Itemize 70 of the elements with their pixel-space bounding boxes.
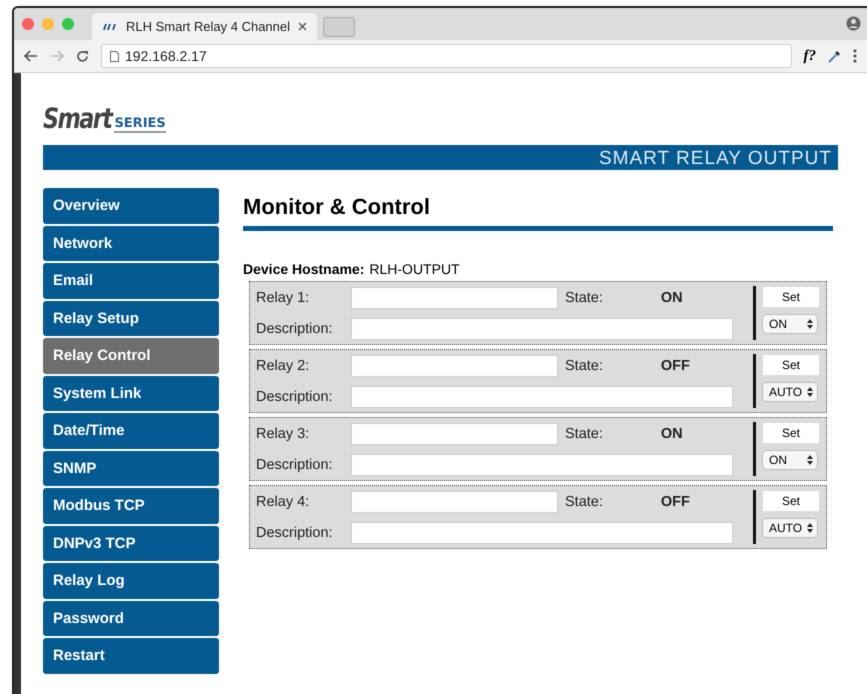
relay-label: Relay 4:	[256, 494, 310, 510]
description-field[interactable]	[351, 454, 733, 476]
relay-name-field[interactable]	[351, 354, 558, 376]
nav-item[interactable]: Password	[43, 600, 219, 636]
nav-item[interactable]: Relay Setup	[43, 300, 219, 336]
forward-icon[interactable]	[50, 50, 64, 62]
close-window-button[interactable]	[22, 18, 34, 30]
state-label: State:	[565, 290, 603, 306]
new-tab-button[interactable]	[323, 17, 355, 37]
nav-item[interactable]: DNPv3 TCP	[43, 526, 219, 561]
nav-item[interactable]: Relay Log	[43, 563, 219, 598]
address-bar[interactable]: 192.168.2.17	[101, 44, 792, 68]
page-icon	[110, 50, 119, 62]
relay-name-field[interactable]	[351, 490, 558, 512]
description-field[interactable]	[351, 318, 733, 340]
mode-select[interactable]: AUTO	[762, 518, 818, 538]
description-field[interactable]	[351, 522, 733, 544]
maximize-window-button[interactable]	[62, 18, 74, 30]
nav-item[interactable]: Email	[43, 263, 219, 298]
relay-label: Relay 1:	[256, 290, 310, 306]
description-field[interactable]	[351, 386, 733, 408]
description-label: Description:	[256, 456, 334, 472]
page-heading: Monitor & Control	[243, 188, 833, 231]
mode-select[interactable]: ON	[762, 314, 818, 334]
profile-icon[interactable]	[846, 16, 861, 31]
nav-item[interactable]: Modbus TCP	[43, 488, 219, 524]
nav-item[interactable]: System Link	[43, 376, 219, 411]
browser-tab[interactable]: RLH Smart Relay 4 Channel	[92, 13, 317, 40]
state-value: ON	[660, 426, 683, 442]
set-button[interactable]: Set	[762, 490, 820, 512]
eyedropper-icon[interactable]	[828, 50, 841, 62]
tab-logo-icon	[102, 24, 118, 30]
state-label: State:	[565, 494, 603, 510]
nav-item[interactable]: SNMP	[43, 450, 219, 486]
set-button[interactable]: Set	[762, 354, 820, 376]
back-icon[interactable]	[24, 50, 38, 62]
nav-item[interactable]: Relay Control	[43, 338, 219, 374]
reload-icon[interactable]	[76, 50, 89, 62]
updown-icon	[807, 455, 813, 465]
relay-name-field[interactable]	[351, 422, 558, 444]
relay-label: Relay 2:	[256, 358, 310, 374]
description-label: Description:	[256, 388, 334, 404]
state-value: OFF	[660, 358, 690, 374]
logo: SmartSERIES	[43, 101, 167, 135]
updown-icon	[807, 523, 813, 533]
mode-select[interactable]: AUTO	[762, 382, 818, 402]
minimize-window-button[interactable]	[42, 18, 54, 30]
updown-icon	[807, 319, 813, 329]
nav-item[interactable]: Overview	[43, 188, 219, 224]
set-button[interactable]: Set	[762, 422, 820, 444]
relay-label: Relay 3:	[256, 426, 310, 442]
nav-item[interactable]: Network	[43, 226, 219, 261]
state-value: ON	[660, 290, 683, 306]
hostname-value: RLH-OUTPUT	[369, 261, 460, 277]
hostname-label: Device Hostname:	[243, 261, 364, 277]
updown-icon	[807, 387, 813, 397]
menu-icon[interactable]	[853, 49, 857, 63]
mode-select[interactable]: ON	[762, 450, 818, 470]
set-button[interactable]: Set	[762, 286, 820, 308]
description-label: Description:	[256, 320, 334, 336]
state-label: State:	[565, 358, 603, 374]
nav-item[interactable]: Date/Time	[43, 413, 219, 448]
banner: SMART RELAY OUTPUT	[43, 145, 838, 170]
extension-button[interactable]: f?	[804, 48, 816, 64]
state-value: OFF	[660, 494, 690, 510]
state-label: State:	[565, 426, 603, 442]
close-icon[interactable]	[298, 22, 307, 31]
description-label: Description:	[256, 524, 334, 540]
nav-item[interactable]: Restart	[43, 638, 219, 674]
relay-name-field[interactable]	[351, 286, 558, 308]
